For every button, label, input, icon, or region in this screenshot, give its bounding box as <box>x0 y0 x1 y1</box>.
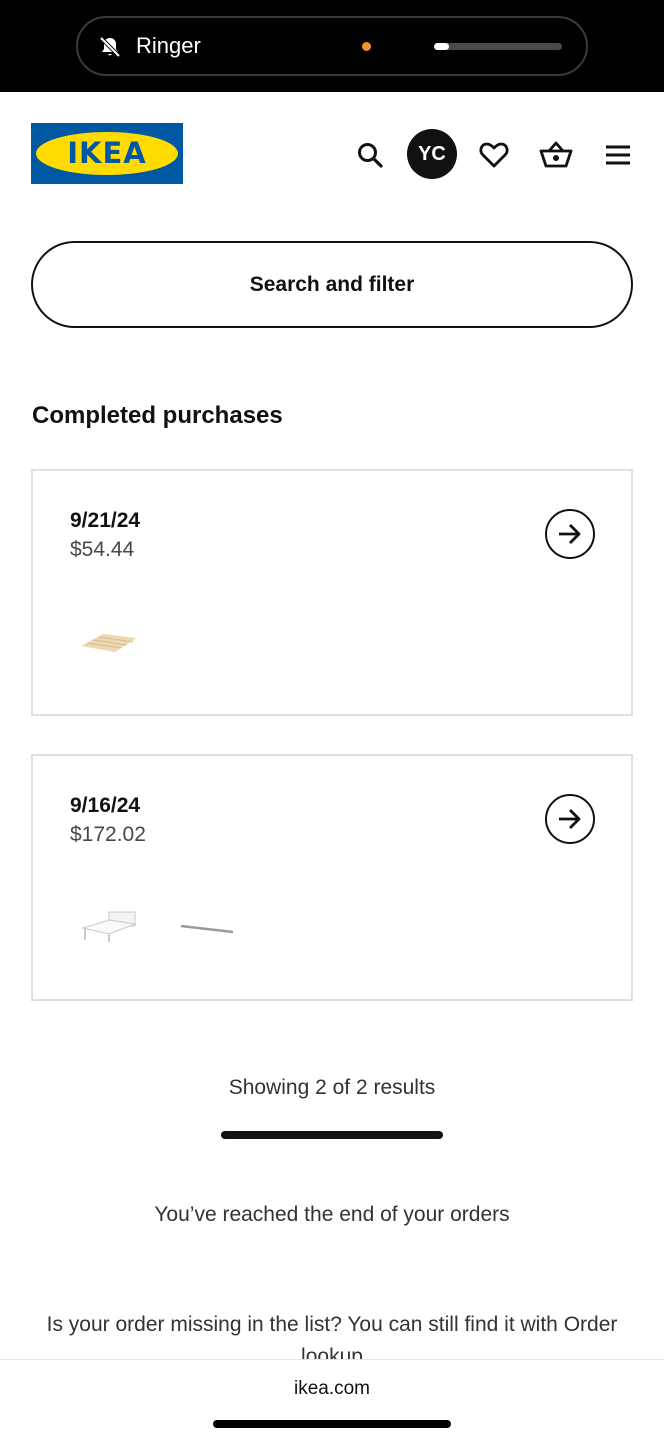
privacy-indicator-dot <box>362 42 371 51</box>
order-date: 9/16/24 <box>70 794 141 817</box>
search-icon[interactable] <box>346 131 394 179</box>
results-summary: Showing 2 of 2 results <box>228 1076 436 1099</box>
ringer-label: Ringer <box>136 33 201 58</box>
heart-icon[interactable] <box>470 131 518 179</box>
order-card[interactable]: 9/21/24 $54.44 <box>31 469 633 716</box>
browser-address-bar[interactable]: ikea.com <box>0 1359 664 1440</box>
logo-oval: IKEA <box>36 132 178 175</box>
end-of-orders-message: You’ve reached the end of your orders <box>154 1203 510 1226</box>
volume-level <box>434 43 450 50</box>
arrow-right-icon[interactable] <box>545 509 595 559</box>
search-and-filter-button[interactable]: Search and filter <box>31 241 633 328</box>
ikea-logo[interactable]: IKEA <box>31 123 183 184</box>
account-avatar[interactable]: YC <box>407 129 457 179</box>
menu-icon[interactable] <box>594 131 642 179</box>
logo-text: IKEA <box>67 136 147 170</box>
url-text[interactable]: ikea.com <box>0 1378 664 1400</box>
dynamic-island: Ringer <box>76 16 588 76</box>
order-total: $172.02 <box>70 823 146 846</box>
slatted-bed-base-image <box>81 634 137 652</box>
order-date: 9/21/24 <box>70 509 141 532</box>
section-title: Completed purchases <box>32 402 283 429</box>
order-card[interactable]: 9/16/24 $172.02 <box>31 754 633 1001</box>
results-progress-fill <box>221 1131 443 1139</box>
volume-slider <box>434 43 562 50</box>
rail-image <box>180 924 234 934</box>
missing-order-text: Is your order missing in the list? You c… <box>46 1313 558 1336</box>
arrow-right-icon[interactable] <box>545 794 595 844</box>
basket-icon[interactable] <box>532 131 580 179</box>
order-total: $54.44 <box>70 538 135 561</box>
bell-muted-icon <box>99 36 121 58</box>
bed-frame-image <box>81 911 137 942</box>
status-bar: Ringer <box>0 0 664 92</box>
home-indicator[interactable] <box>213 1420 451 1428</box>
results-progress-bar <box>221 1131 443 1139</box>
site-header: IKEA YC <box>0 92 664 212</box>
